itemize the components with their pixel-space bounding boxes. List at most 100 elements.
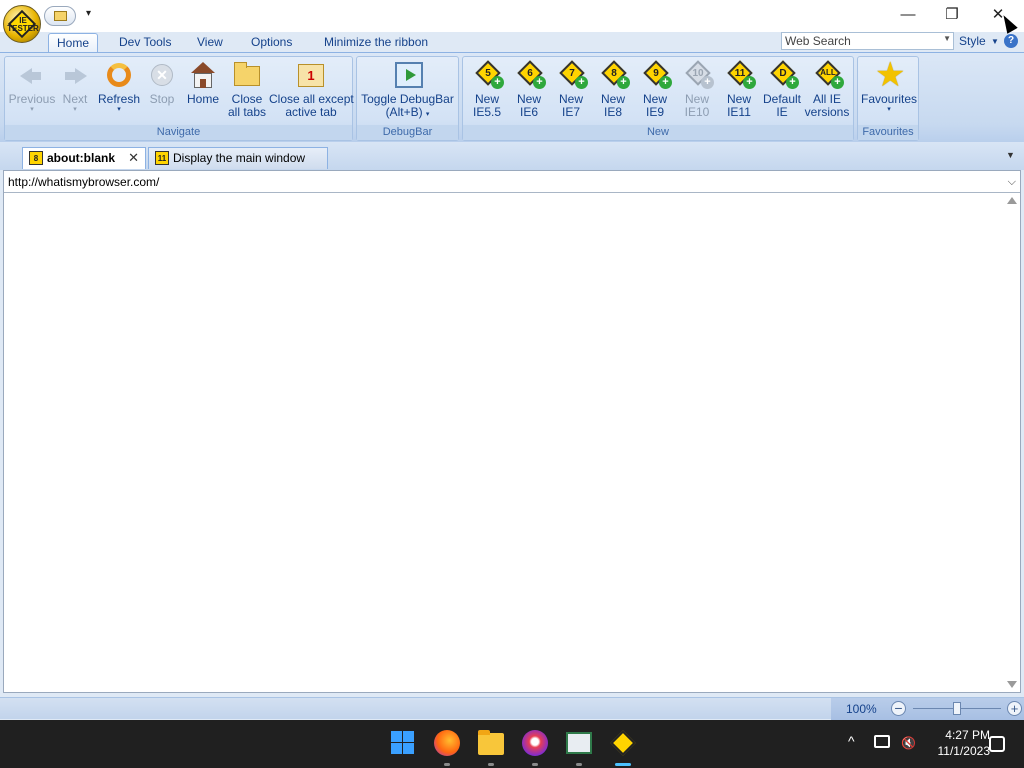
ietester-icon[interactable] (610, 730, 636, 756)
zoom-level: 100% (846, 702, 877, 716)
app-menu-orb-button[interactable]: IE TESTER (3, 5, 41, 43)
next-button[interactable]: Next ▾ (57, 60, 93, 113)
tab-options[interactable]: Options (243, 33, 300, 52)
notifications-icon[interactable] (989, 736, 1005, 752)
zoom-control: 100% − + (831, 698, 1024, 720)
default-ie-icon: D + (767, 60, 799, 90)
tray-overflow-chevron-icon[interactable]: ^ (848, 733, 855, 749)
home-label: Home (186, 92, 219, 106)
refresh-label: Refresh (97, 92, 141, 106)
close-all-tabs-button[interactable]: Close all tabs (223, 60, 271, 119)
notepad-icon[interactable] (566, 732, 592, 754)
refresh-dropdown-icon: ▾ (117, 106, 121, 113)
toggle-debugbar-shortcut: (Alt+B) (385, 105, 423, 119)
new-ie10-label-2: IE10 (684, 105, 710, 119)
new-ie7-button[interactable]: 7 + New IE7 (551, 60, 591, 119)
ie9-icon: 9 + (640, 60, 672, 90)
refresh-button[interactable]: Refresh ▾ (95, 60, 143, 113)
favourites-dropdown-icon: ▾ (887, 106, 891, 113)
new-ie55-button[interactable]: 5 + New IE5.5 (467, 60, 507, 119)
minimize-ribbon-button[interactable]: Minimize the ribbon (316, 33, 436, 52)
firefox-running-indicator (444, 763, 450, 766)
zoom-slider-thumb[interactable] (953, 702, 961, 715)
all-ie-versions-button[interactable]: ALL + All IE versions (803, 60, 851, 119)
toggle-debugbar-button[interactable]: Toggle DebugBar (Alt+B) ▾ (359, 60, 456, 121)
minimize-button[interactable]: — (886, 4, 930, 26)
stop-icon: ✕ (147, 60, 177, 90)
home-button[interactable]: Home (183, 60, 223, 106)
new-group-label: New (463, 125, 853, 140)
folder-icon (54, 11, 67, 21)
new-ie11-label-2: IE11 (727, 105, 751, 119)
title-bar: ▾ — ❐ ✕ (0, 0, 1024, 32)
address-dropdown-icon[interactable]: ⌵ (1008, 171, 1016, 193)
toggle-debugbar-label-2: (Alt+B) ▾ (359, 106, 456, 121)
start-icon[interactable] (390, 730, 416, 756)
scroll-up-icon[interactable] (1007, 197, 1017, 204)
new-group: 5 + New IE5.5 6 + New IE6 7 + New IE7 8 + Ne… (462, 56, 854, 141)
zoom-out-button[interactable]: − (891, 701, 906, 716)
doc-tab-about-blank[interactable]: 8 about:blank ✕ (22, 147, 146, 169)
new-ie8-button[interactable]: 8 + New IE8 (593, 60, 633, 119)
address-url[interactable]: http://whatismybrowser.com/ (8, 175, 159, 189)
all-ie-label-2: versions (804, 105, 850, 119)
scroll-down-icon[interactable] (1007, 681, 1017, 688)
web-search-input[interactable]: Web Search ▼ (781, 32, 954, 50)
taskbar (0, 720, 1024, 768)
tab-view[interactable]: View (189, 33, 231, 52)
tab-home[interactable]: Home (48, 33, 99, 52)
previous-dropdown-icon: ▾ (30, 106, 34, 113)
ietester-active-indicator (615, 763, 631, 766)
notepad-running-indicator (576, 763, 582, 766)
system-clock[interactable]: 4:27 PM 11/1/2023 (922, 727, 991, 759)
debugbar-group-label: DebugBar (357, 125, 458, 140)
restore-button[interactable]: ❐ (930, 4, 974, 26)
help-icon[interactable]: ? (1004, 34, 1018, 48)
document-tab-bar: 8 about:blank ✕ 11 Display the main wind… (0, 142, 1024, 185)
ie8-tab-icon: 8 (29, 151, 43, 165)
navigate-group-label: Navigate (5, 125, 352, 140)
favourites-group: ★ Favourites ▾ Favourites (857, 56, 919, 141)
new-ie9-button[interactable]: 9 + New IE9 (635, 60, 675, 119)
firefox-developer-icon[interactable] (522, 730, 548, 756)
home-icon (188, 60, 218, 90)
previous-label: Previous (8, 92, 56, 106)
default-ie-button[interactable]: D + Default IE (760, 60, 804, 119)
new-ie6-label-2: IE6 (519, 105, 538, 119)
favourites-button[interactable]: ★ Favourites ▾ (859, 58, 919, 113)
ribbon: Previous ▾ Next ▾ Refresh ▾ ✕ Stop Home … (0, 52, 1024, 142)
tab-list-dropdown-icon[interactable]: ▼ (1006, 150, 1015, 160)
ietester-logo-text: IE TESTER (7, 16, 39, 33)
vertical-scrollbar[interactable] (1004, 194, 1020, 692)
firefox-icon[interactable] (434, 730, 460, 756)
navigate-group: Previous ▾ Next ▾ Refresh ▾ ✕ Stop Home … (4, 56, 354, 141)
quick-access-open-button[interactable] (44, 6, 76, 26)
style-menu-button[interactable]: Style (959, 34, 986, 48)
style-dropdown-icon[interactable]: ▼ (991, 37, 999, 46)
address-bar[interactable]: http://whatismybrowser.com/ ⌵ (4, 171, 1020, 193)
close-tab-icon[interactable]: ✕ (128, 148, 139, 168)
close-all-except-active-button[interactable]: 1 Close all except active tab (269, 60, 354, 119)
quick-access-dropdown-icon[interactable]: ▾ (86, 8, 91, 19)
refresh-icon (104, 60, 134, 90)
new-ie8-label-2: IE8 (603, 105, 622, 119)
clock-time: 4:27 PM (945, 728, 990, 742)
volume-muted-icon[interactable]: 🔇 (901, 736, 917, 750)
file-explorer-icon[interactable] (478, 730, 504, 755)
debugbar-group: Toggle DebugBar (Alt+B) ▾ DebugBar (356, 56, 459, 141)
new-ie10-button[interactable]: 10 + New IE10 (677, 60, 717, 119)
stop-button[interactable]: ✕ Stop (145, 60, 179, 106)
firefox-dev-running-indicator (532, 763, 538, 766)
stop-label: Stop (149, 92, 175, 106)
previous-button[interactable]: Previous ▾ (8, 60, 56, 113)
folder-icon (232, 60, 262, 90)
search-dropdown-icon[interactable]: ▼ (943, 34, 951, 43)
network-icon[interactable] (874, 735, 890, 748)
new-ie11-button[interactable]: 11 + New IE11 (719, 60, 759, 119)
zoom-in-button[interactable]: + (1007, 701, 1022, 716)
doc-tab-display-main-window[interactable]: 11 Display the main window in... (148, 147, 328, 185)
tab-dev-tools[interactable]: Dev Tools (111, 33, 179, 52)
new-ie6-button[interactable]: 6 + New IE6 (509, 60, 549, 119)
back-arrow-icon (17, 60, 47, 90)
close-except-badge: 1 (298, 64, 324, 87)
